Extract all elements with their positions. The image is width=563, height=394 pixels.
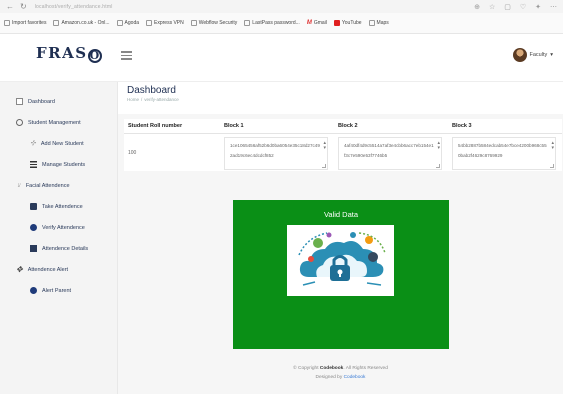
youtube-icon — [333, 20, 340, 26]
designed-by-line: Designed by Codebook — [315, 375, 366, 380]
table-row: 100 1ce1065456af52b6d0ba6054e35c18d27c49… — [124, 133, 562, 173]
breadcrumb: Home / verify-attendance — [127, 97, 179, 102]
sidebar-item-dashboard[interactable]: Dashboard — [0, 91, 117, 112]
breadcrumb-home[interactable]: Home — [127, 97, 139, 102]
page-icon — [190, 20, 197, 26]
bookmark-item[interactable]: Webflow Security — [190, 20, 237, 26]
bookmark-item[interactable]: Express VPN — [146, 20, 184, 26]
bookmark-item[interactable]: Maps — [368, 20, 389, 26]
avatar — [512, 48, 527, 62]
sidebar-item-attendence-details[interactable]: Attendence Details — [0, 238, 117, 259]
star-icon[interactable]: ☆ — [489, 3, 495, 11]
roll-cell: 100 — [128, 150, 137, 156]
app-logo[interactable]: FRAS O — [36, 44, 102, 63]
browser-titlebar: ← ↻ localhost/verify_attendance.html ⊕ ☆… — [0, 0, 563, 13]
sidebar-item-add-new-student[interactable]: ⊹ Add New Student — [0, 133, 117, 154]
gear-icon — [16, 119, 23, 126]
logo-o: O — [87, 49, 102, 63]
page-title: Dashboard — [127, 85, 176, 96]
user-menu[interactable]: Faculty ▾ — [512, 48, 553, 62]
block1-textarea[interactable]: 1ce1065456af52b6d0ba6054e35c18d27c492ad1… — [224, 136, 328, 170]
extensions-icon[interactable]: ✦ — [535, 3, 541, 11]
bookmark-item[interactable]: Import favorites — [4, 20, 46, 26]
collections-icon[interactable]: ▢ — [504, 3, 511, 11]
page-header: Dashboard Home / verify-attendance — [118, 82, 563, 114]
scroll-arrows-icon[interactable]: ▴ ▾ — [437, 140, 440, 151]
folder-icon — [4, 20, 10, 26]
bookmarks-bar: Import favorites Amazon.co.uk - Onl... A… — [0, 13, 563, 34]
bookmark-item[interactable]: Amazon.co.uk - Onl... — [53, 20, 110, 26]
cloud-security-illustration — [287, 225, 394, 296]
sidebar-item-verify-attendence[interactable]: Verify Attendence — [0, 217, 117, 238]
zoom-icon[interactable]: ⊕ — [474, 3, 480, 11]
address-bar[interactable]: localhost/verify_attendance.html — [35, 4, 113, 10]
block3-textarea[interactable]: 54bb2887b584edcab54e7bce4200b968c550bab2… — [452, 136, 556, 170]
menu-icon[interactable]: ⋯ — [550, 3, 557, 11]
camera-icon — [30, 203, 37, 210]
sidebar-item-facial-attendence[interactable]: ⍤ Facial Attendence — [0, 175, 117, 196]
app-header: FRAS O Faculty ▾ — [0, 34, 563, 82]
hamburger-menu-icon[interactable] — [121, 51, 132, 62]
main-content: Dashboard Home / verify-attendance Student… — [118, 82, 563, 394]
add-user-icon: ⊹ — [30, 140, 36, 147]
dot-icon — [30, 287, 37, 294]
table-header-row: Student Roll number Block 1 Block 2 Bloc… — [124, 119, 562, 134]
maps-icon — [368, 20, 375, 26]
page-icon — [116, 20, 123, 26]
sidebar-item-student-management[interactable]: Student Management — [0, 112, 117, 133]
page-icon — [146, 20, 153, 26]
back-icon[interactable]: ← — [6, 2, 14, 11]
alert-icon: ✥ — [16, 265, 23, 274]
bookmark-item[interactable]: M Gmail — [307, 20, 327, 26]
scroll-arrows-icon[interactable]: ▴ ▾ — [551, 140, 554, 151]
browser-actions: ⊕ ☆ ▢ ♡ ✦ ⋯ — [474, 3, 557, 11]
designed-by-link[interactable]: Codebook — [344, 375, 366, 380]
sidebar-item-attendence-alert[interactable]: ✥ Attendence Alert — [0, 259, 117, 280]
blocks-table: Student Roll number Block 1 Block 2 Bloc… — [124, 119, 562, 171]
dot-icon — [30, 224, 37, 231]
breadcrumb-current: verify-attendance — [144, 97, 179, 102]
resize-handle-icon[interactable] — [550, 163, 554, 168]
chevron-down-icon: ▾ — [550, 52, 553, 58]
page-icon — [53, 20, 60, 26]
list-icon — [30, 161, 37, 168]
page-icon — [244, 20, 251, 26]
book-icon — [30, 245, 37, 252]
valid-data-title: Valid Data — [323, 210, 359, 219]
gmail-icon: M — [306, 20, 312, 26]
column-header: Block 1 — [220, 119, 334, 134]
resize-handle-icon[interactable] — [436, 163, 440, 168]
column-header: Block 3 — [448, 119, 562, 134]
bookmark-item[interactable]: YouTube — [333, 20, 362, 26]
sidebar-item-alert-parent[interactable]: Alert Parent — [0, 280, 117, 301]
sidebar: Dashboard Student Management ⊹ Add New St… — [0, 82, 118, 394]
bookmark-item[interactable]: Agoda — [116, 20, 139, 26]
valid-data-panel: Valid Data — [233, 200, 449, 349]
sidebar-item-manage-students[interactable]: Manage Students — [0, 154, 117, 175]
sidebar-item-take-attendence[interactable]: Take Attendence — [0, 196, 117, 217]
dashboard-icon — [16, 98, 23, 105]
scroll-arrows-icon[interactable]: ▴ ▾ — [323, 140, 326, 151]
favorites-icon[interactable]: ♡ — [520, 3, 526, 11]
resize-handle-icon[interactable] — [322, 163, 326, 168]
column-header: Block 2 — [334, 119, 448, 134]
face-icon: ⍤ — [16, 181, 21, 190]
page-footer: © Copyright Codebook. All Rights Reserve… — [118, 354, 563, 394]
refresh-icon[interactable]: ↻ — [20, 2, 27, 11]
cloud-lock-icon — [298, 232, 386, 286]
bookmark-item[interactable]: LastPass password... — [244, 20, 300, 26]
column-header: Student Roll number — [124, 119, 220, 134]
browser-nav: ← ↻ — [6, 2, 27, 11]
block2-textarea[interactable]: 4af40df4d9c5514a7af3e4cbb6acc7eb154e1f3c… — [338, 136, 442, 170]
copyright-line: © Copyright Codebook. All Rights Reserve… — [293, 366, 388, 371]
